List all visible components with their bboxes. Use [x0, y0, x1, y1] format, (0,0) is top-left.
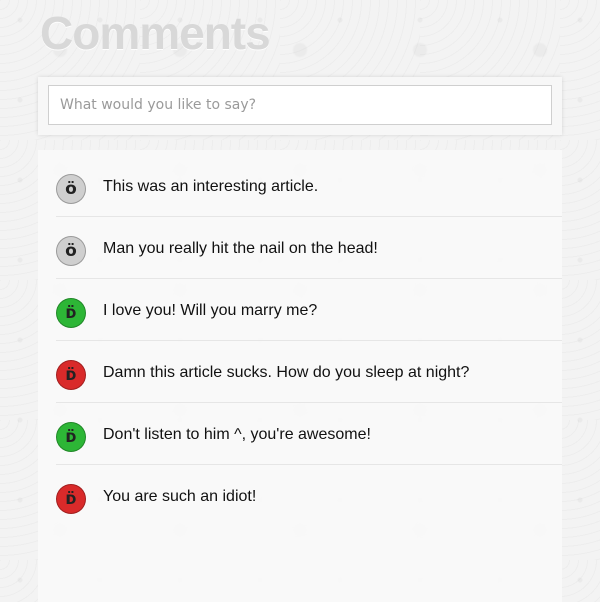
comment-input-card	[38, 77, 562, 135]
comment-text: This was an interesting article.	[103, 178, 319, 195]
negative-face-icon: ᴅ̈	[56, 484, 86, 514]
comment-list: ö This was an interesting article. ö Man…	[38, 150, 562, 602]
comment-item: ᴅ̈ I love you! Will you marry me?	[38, 279, 562, 341]
comment-item: ö Man you really hit the nail on the hea…	[38, 217, 562, 279]
comment-item: ᴅ̈ Damn this article sucks. How do you s…	[38, 341, 562, 403]
comment-text: You are such an idiot!	[103, 488, 257, 505]
comment-input[interactable]	[48, 85, 552, 125]
comment-item: ᴅ̈ Don't listen to him ^, you're awesome…	[38, 403, 562, 465]
positive-face-icon: ᴅ̈	[56, 422, 86, 452]
comment-text: Damn this article sucks. How do you slee…	[103, 364, 470, 381]
neutral-face-icon: ö	[56, 236, 86, 266]
neutral-face-icon: ö	[56, 174, 86, 204]
comment-text: Man you really hit the nail on the head!	[103, 240, 378, 257]
page-title: Comments	[40, 7, 271, 59]
comment-item: ᴅ̈ You are such an idiot!	[38, 465, 562, 527]
negative-face-icon: ᴅ̈	[56, 360, 86, 390]
comment-text: Don't listen to him ^, you're awesome!	[103, 426, 371, 443]
comment-item: ö This was an interesting article.	[38, 155, 562, 217]
positive-face-icon: ᴅ̈	[56, 298, 86, 328]
comment-text: I love you! Will you marry me?	[103, 302, 318, 319]
